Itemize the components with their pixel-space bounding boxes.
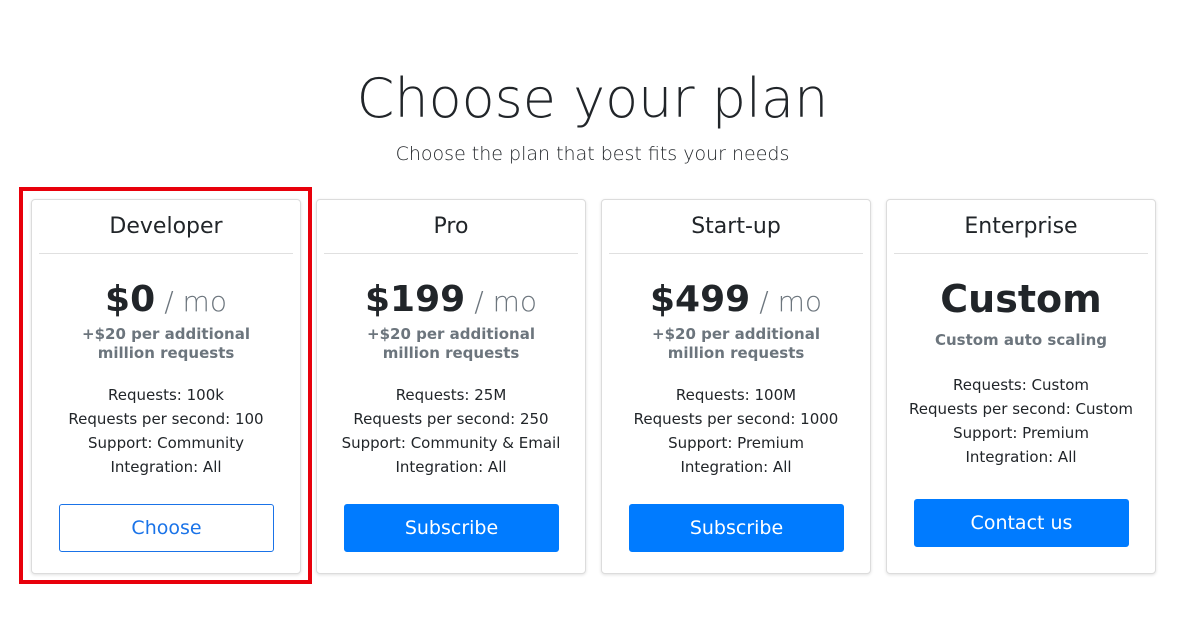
plan-card-developer: Developer $0 / mo +$20 per additional mi… (31, 199, 301, 574)
feature-requests-per-second: Requests per second: Custom (909, 400, 1133, 418)
page-subtitle: Choose the plan that best fits your need… (395, 143, 790, 165)
price-period: / mo (164, 285, 227, 318)
feature-requests: Requests: 100k (108, 386, 224, 404)
plan-name: Developer (39, 212, 293, 254)
plan-card-pro: Pro $199 / mo +$20 per additional millio… (316, 199, 586, 574)
feature-requests-per-second: Requests per second: 1000 (633, 410, 839, 428)
feature-requests: Requests: 25M (395, 386, 507, 404)
page-title: Choose your plan (356, 67, 829, 130)
pricing-page: Choose your plan Choose the plan that be… (0, 0, 1195, 625)
feature-support: Support: Premium (668, 434, 804, 452)
feature-list: Requests: 100M Requests per second: 1000… (602, 383, 870, 479)
feature-integration: Integration: All (395, 458, 507, 476)
plan-card-enterprise: Enterprise Custom Custom auto scaling Re… (886, 199, 1156, 574)
plan-price: $0 / mo (32, 276, 300, 330)
price-note: +$20 per additional million requests (367, 325, 535, 362)
feature-integration: Integration: All (110, 458, 222, 476)
choose-button[interactable]: Choose (59, 504, 274, 552)
feature-requests-per-second: Requests per second: 250 (353, 410, 549, 428)
plan-name: Start-up (609, 212, 863, 254)
price-period: / mo (474, 285, 538, 318)
price-period: / mo (759, 285, 823, 318)
feature-integration: Integration: All (965, 448, 1077, 466)
feature-support: Support: Community & Email (341, 434, 561, 452)
price-note: +$20 per additional million requests (82, 325, 250, 362)
feature-list: Requests: Custom Requests per second: Cu… (887, 373, 1155, 469)
price-amount: $199 (364, 279, 466, 320)
feature-integration: Integration: All (680, 458, 792, 476)
plan-price: $199 / mo (317, 276, 585, 330)
price-note: Custom auto scaling (934, 331, 1108, 349)
plan-card-start-up: Start-up $499 / mo +$20 per additional m… (601, 199, 871, 574)
feature-requests: Requests: Custom (952, 376, 1090, 394)
price-amount: Custom (940, 277, 1102, 321)
subscribe-button[interactable]: Subscribe (629, 504, 844, 552)
contact-us-button[interactable]: Contact us (914, 499, 1129, 547)
plan-name: Enterprise (894, 212, 1148, 254)
feature-support: Support: Premium (953, 424, 1089, 442)
feature-support: Support: Community (88, 434, 244, 452)
price-note: +$20 per additional million requests (652, 325, 820, 362)
plan-name: Pro (324, 212, 578, 254)
feature-requests-per-second: Requests per second: 100 (68, 410, 264, 428)
plan-price: $499 / mo (602, 276, 870, 330)
price-amount: $499 (649, 279, 751, 320)
price-amount: $0 (105, 279, 156, 320)
feature-list: Requests: 100k Requests per second: 100 … (32, 383, 300, 479)
subscribe-button[interactable]: Subscribe (344, 504, 559, 552)
feature-requests: Requests: 100M (675, 386, 797, 404)
feature-list: Requests: 25M Requests per second: 250 S… (317, 383, 585, 479)
